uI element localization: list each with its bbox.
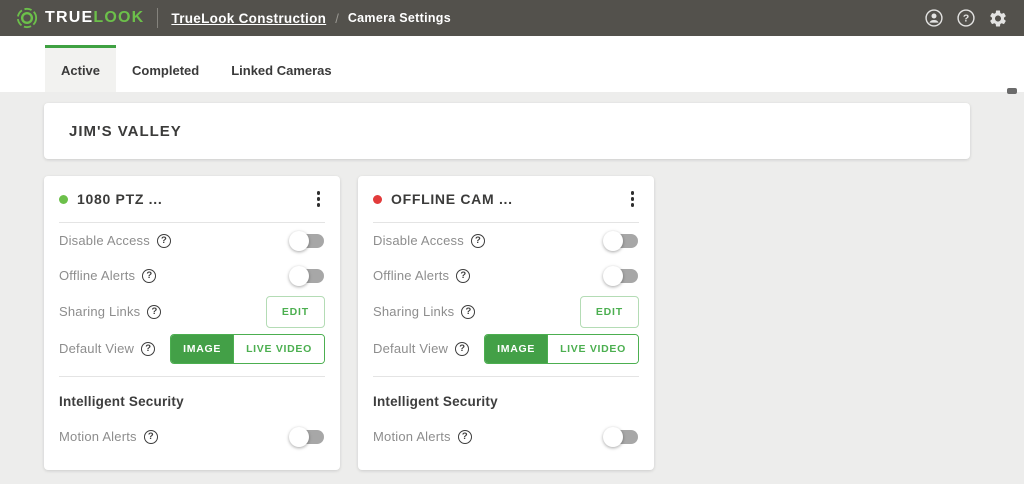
status-dot-offline: [373, 194, 382, 204]
disable-access-help-icon[interactable]: ?: [156, 233, 171, 248]
gear-icon[interactable]: [988, 8, 1008, 28]
camera-title: 1080 PTZ ...: [77, 191, 163, 207]
motion-alerts-help-icon[interactable]: ?: [457, 429, 472, 444]
status-dot-online: [59, 194, 68, 204]
camera-card-1080-ptz: 1080 PTZ ... Disable Access ? Offline Al…: [44, 176, 340, 470]
motion-alerts-toggle[interactable]: [289, 426, 325, 447]
brand-wordmark: TRUELOOK: [45, 9, 145, 26]
motion-alerts-row: Motion Alerts ?: [358, 419, 654, 454]
sharing-links-row: Sharing Links ? EDIT: [358, 293, 654, 330]
breadcrumb-current-page: Camera Settings: [347, 11, 451, 25]
offline-alerts-toggle[interactable]: [603, 265, 639, 286]
offline-alerts-label: Offline Alerts: [59, 268, 136, 283]
truelook-logo-icon: [16, 7, 38, 29]
default-view-row: Default View ? IMAGE LIVE VIDEO: [358, 330, 654, 367]
account-icon[interactable]: [924, 8, 944, 28]
kebab-menu-icon[interactable]: [312, 187, 326, 211]
offline-alerts-label: Offline Alerts: [373, 268, 450, 283]
disable-access-toggle[interactable]: [603, 230, 639, 251]
offline-alerts-row: Offline Alerts ?: [44, 258, 340, 293]
motion-alerts-label: Motion Alerts: [373, 429, 451, 444]
project-header-card: JIM'S VALLEY: [44, 103, 970, 159]
default-view-row: Default View ? IMAGE LIVE VIDEO: [44, 330, 340, 367]
header-actions: ?: [924, 8, 1008, 28]
tab-active[interactable]: Active: [45, 45, 117, 92]
sharing-links-label: Sharing Links: [59, 304, 141, 319]
motion-alerts-row: Motion Alerts ?: [44, 419, 340, 454]
scrollbar-thumb[interactable]: [1007, 88, 1017, 94]
motion-alerts-toggle[interactable]: [603, 426, 639, 447]
camera-card-offline-cam: OFFLINE CAM ... Disable Access ? Offline…: [358, 176, 654, 470]
tab-completed[interactable]: Completed: [116, 45, 215, 92]
offline-alerts-help-icon[interactable]: ?: [142, 268, 157, 283]
disable-access-toggle[interactable]: [289, 230, 325, 251]
camera-cards-row: 1080 PTZ ... Disable Access ? Offline Al…: [44, 176, 1024, 470]
motion-alerts-label: Motion Alerts: [59, 429, 137, 444]
offline-alerts-toggle[interactable]: [289, 265, 325, 286]
sharing-links-edit-button[interactable]: EDIT: [265, 295, 325, 328]
default-view-help-icon[interactable]: ?: [455, 341, 470, 356]
disable-access-row: Disable Access ?: [44, 223, 340, 258]
disable-access-label: Disable Access: [59, 233, 150, 248]
default-view-label: Default View: [59, 341, 135, 356]
disable-access-label: Disable Access: [373, 233, 464, 248]
intelligent-security-heading: Intelligent Security: [373, 393, 498, 409]
breadcrumb-separator: /: [335, 10, 339, 26]
camera-title: OFFLINE CAM ...: [391, 191, 513, 207]
intelligent-security-section: Intelligent Security: [358, 383, 654, 419]
sharing-links-help-icon[interactable]: ?: [147, 304, 162, 319]
content-area: JIM'S VALLEY 1080 PTZ ... Disable Access…: [0, 88, 1024, 484]
default-view-segmented-control: IMAGE LIVE VIDEO: [170, 333, 325, 364]
sharing-links-label: Sharing Links: [373, 304, 455, 319]
project-name: JIM'S VALLEY: [69, 122, 182, 140]
intelligent-security-heading: Intelligent Security: [59, 393, 184, 409]
default-view-help-icon[interactable]: ?: [141, 341, 156, 356]
intelligent-security-section: Intelligent Security: [44, 383, 340, 419]
offline-alerts-row: Offline Alerts ?: [358, 258, 654, 293]
truelook-logo[interactable]: TRUELOOK: [16, 7, 144, 29]
header-divider: [157, 8, 159, 28]
camera-card-header: OFFLINE CAM ...: [358, 176, 654, 222]
default-view-option-image[interactable]: IMAGE: [171, 334, 234, 363]
default-view-option-live-video[interactable]: LIVE VIDEO: [233, 334, 324, 363]
help-icon[interactable]: ?: [956, 8, 976, 28]
offline-alerts-help-icon[interactable]: ?: [456, 268, 471, 283]
kebab-menu-icon[interactable]: [626, 187, 640, 211]
disable-access-help-icon[interactable]: ?: [470, 233, 485, 248]
card-divider: [59, 376, 325, 377]
settings-tab-bar: Active Completed Linked Cameras: [0, 36, 1024, 92]
default-view-option-image[interactable]: IMAGE: [485, 334, 548, 363]
breadcrumb-account-link[interactable]: TrueLook Construction: [171, 11, 326, 26]
disable-access-row: Disable Access ?: [358, 223, 654, 258]
default-view-option-live-video[interactable]: LIVE VIDEO: [547, 334, 638, 363]
motion-alerts-help-icon[interactable]: ?: [143, 429, 158, 444]
sharing-links-row: Sharing Links ? EDIT: [44, 293, 340, 330]
svg-text:?: ?: [963, 14, 969, 25]
card-divider: [373, 376, 639, 377]
sharing-links-edit-button[interactable]: EDIT: [579, 295, 639, 328]
default-view-label: Default View: [373, 341, 449, 356]
tab-linked-cameras[interactable]: Linked Cameras: [215, 45, 347, 92]
camera-card-header: 1080 PTZ ...: [44, 176, 340, 222]
sharing-links-help-icon[interactable]: ?: [461, 304, 476, 319]
top-bar: TRUELOOK TrueLook Construction / Camera …: [0, 0, 1024, 36]
default-view-segmented-control: IMAGE LIVE VIDEO: [484, 333, 639, 364]
